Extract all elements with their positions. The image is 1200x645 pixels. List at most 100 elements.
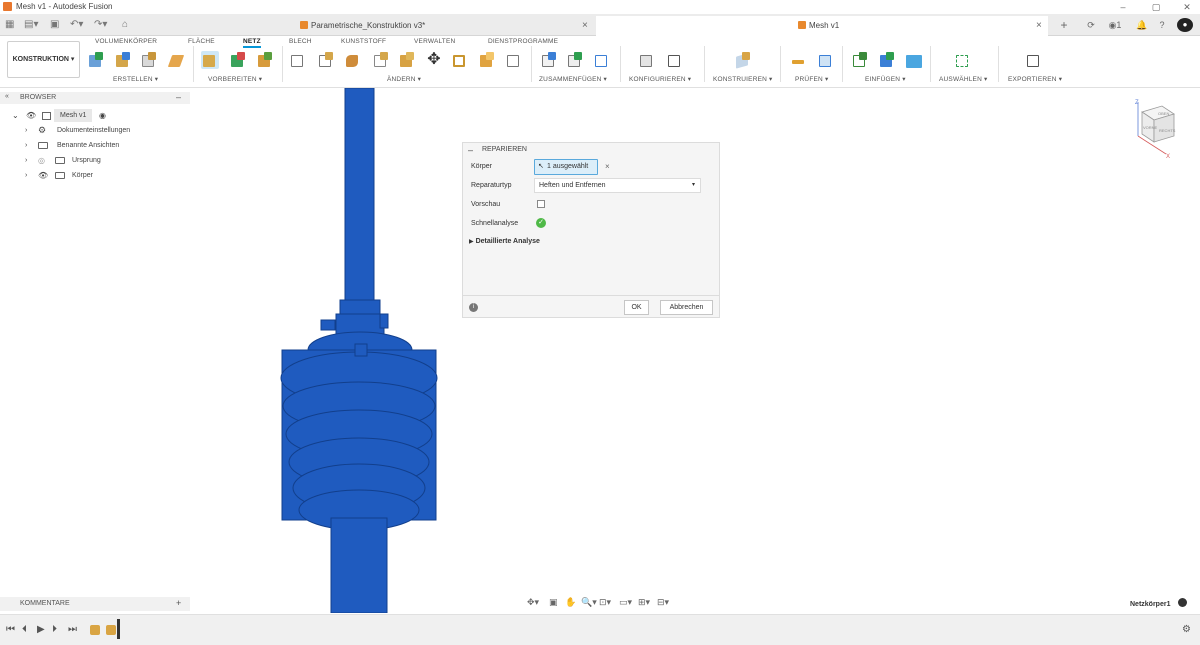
app-grid-icon[interactable]: ▦ — [5, 18, 14, 32]
job-status-icon[interactable]: ⟳ — [1084, 18, 1098, 32]
group-zusammenfuegen[interactable]: ZUSAMMENFÜGEN ▾ — [539, 75, 607, 83]
reverse-normal-icon[interactable] — [505, 51, 523, 69]
section-analysis-icon[interactable] — [817, 51, 835, 69]
construct-plane-icon[interactable] — [734, 51, 752, 69]
tree-root-mesh[interactable]: ⌄ 👁 Mesh v1 ◉ — [0, 109, 190, 122]
new-tab-icon[interactable]: + — [1057, 18, 1071, 32]
chevron-right-icon[interactable]: › — [25, 124, 27, 137]
bell-icon[interactable]: 🔔 — [1135, 18, 1149, 32]
smooth-icon[interactable] — [344, 51, 362, 69]
collapse-panel-icon[interactable]: « — [5, 93, 9, 100]
tab-verwalten[interactable]: VERWALTEN — [414, 38, 455, 45]
viewports-icon[interactable]: ⊟▾ — [657, 595, 669, 609]
help-icon[interactable]: ? — [1155, 18, 1169, 32]
tab-kunststoff[interactable]: KUNSTSTOFF — [341, 38, 386, 45]
grid-icon[interactable]: ⊞▾ — [638, 595, 650, 609]
look-at-icon[interactable]: ▣ — [549, 595, 558, 609]
zoom-icon[interactable]: 🔍▾ — [581, 595, 597, 609]
ok-button[interactable]: OK — [624, 300, 649, 315]
skip-start-icon[interactable]: ⏮ — [6, 623, 15, 637]
undo-icon[interactable]: ↶▾ — [70, 18, 83, 32]
tab-mesh-v1[interactable]: Mesh v1 × — [596, 16, 1048, 36]
timeline-feature-icon[interactable] — [90, 625, 100, 635]
group-erstellen[interactable]: ERSTELLEN ▾ — [113, 75, 158, 83]
preview-checkbox[interactable] — [537, 200, 545, 208]
close-window-icon[interactable]: ✕ — [1176, 0, 1198, 14]
tab-netz[interactable]: NETZ — [243, 38, 261, 48]
eye-hidden-icon[interactable]: ◎ — [38, 154, 45, 167]
tab-blech[interactable]: BLECH — [289, 38, 312, 45]
remesh-icon[interactable] — [398, 51, 416, 69]
erase-fill-icon[interactable] — [478, 51, 496, 69]
body-selection-chip[interactable]: ↖ 1 ausgewählt — [534, 159, 598, 175]
tab-volumenkoerper[interactable]: VOLUMENKÖRPER — [95, 38, 157, 45]
select-window-icon[interactable] — [954, 51, 972, 69]
configure-icon[interactable] — [638, 51, 656, 69]
tab-dienstprogramme[interactable]: DIENSTPROGRAMME — [488, 38, 558, 45]
group-einfuegen[interactable]: EINFÜGEN ▾ — [865, 75, 906, 83]
collapse-dialog-icon[interactable]: – — [468, 143, 473, 157]
add-comment-icon[interactable]: + — [176, 598, 181, 608]
insert-mesh-icon[interactable] — [114, 51, 132, 69]
group-konstruieren[interactable]: KONSTRUIEREN ▾ — [713, 75, 773, 83]
skip-end-icon[interactable]: ⏭ — [68, 623, 77, 637]
timeline-feature-icon[interactable] — [106, 625, 116, 635]
view-cube-graphic[interactable]: OBEN VORNE RECHTS Z X — [1130, 98, 1180, 160]
measure-icon[interactable] — [790, 51, 808, 69]
file-menu-icon[interactable]: ▤▾ — [24, 18, 38, 32]
cancel-button[interactable]: Abbrechen — [660, 300, 713, 315]
minimize-icon[interactable]: – — [1112, 0, 1134, 14]
eye-icon[interactable]: 👁 — [38, 169, 48, 182]
group-auswaehlen[interactable]: AUSWÄHLEN ▾ — [939, 75, 987, 83]
close-tab-icon[interactable]: × — [582, 16, 588, 36]
fit-icon[interactable]: ⊡▾ — [599, 595, 611, 609]
insert-mcmaster-icon[interactable] — [851, 51, 869, 69]
insert-canvas-icon[interactable] — [904, 51, 922, 69]
minimize-browser-icon[interactable]: – — [176, 92, 181, 102]
clear-selection-icon[interactable]: × — [605, 162, 610, 171]
avatar[interactable]: ● — [1177, 18, 1193, 32]
display-settings-icon[interactable]: ▭▾ — [619, 595, 632, 609]
section-sketch-icon[interactable] — [167, 51, 186, 69]
close-tab-icon[interactable]: × — [1036, 16, 1042, 36]
tab-parametrische-konstruktion[interactable]: Parametrische_Konstruktion v3* × — [300, 16, 590, 36]
group-aendern[interactable]: ÄNDERN ▾ — [387, 75, 421, 83]
shell-icon[interactable] — [451, 51, 469, 69]
tab-flaeche[interactable]: FLÄCHE — [188, 38, 215, 45]
group-pruefen[interactable]: PRÜFEN ▾ — [795, 75, 828, 83]
tree-item-koerper[interactable]: › 👁 Körper — [0, 169, 190, 182]
insert-derive-icon[interactable] — [878, 51, 896, 69]
repair-icon[interactable] — [201, 51, 219, 69]
move-icon[interactable]: ✥ — [425, 51, 443, 69]
plane-cut-fill-icon[interactable] — [317, 51, 335, 69]
orbit-icon[interactable]: ✥▾ — [527, 595, 539, 609]
eye-icon[interactable]: 👁 — [26, 109, 36, 122]
save-icon[interactable]: ▣ — [50, 18, 59, 32]
view-cube[interactable]: OBEN VORNE RECHTS Z X — [1130, 98, 1180, 160]
play-icon[interactable]: ▶ — [37, 623, 45, 637]
chevron-down-icon[interactable]: ⌄ — [12, 109, 19, 122]
chevron-right-icon[interactable]: › — [25, 139, 27, 152]
info-icon[interactable]: i — [469, 303, 478, 312]
chevron-right-icon[interactable]: › — [25, 169, 27, 182]
merge-bodies-icon[interactable] — [566, 51, 584, 69]
chevron-right-icon[interactable]: › — [25, 154, 27, 167]
workspace-switcher[interactable]: KONSTRUKTION ▾ — [7, 41, 80, 78]
comments-panel[interactable]: KOMMENTARE + — [0, 597, 190, 611]
tessellate-icon[interactable] — [140, 51, 158, 69]
maximize-icon[interactable]: ▢ — [1145, 0, 1167, 14]
redo-icon[interactable]: ↷▾ — [94, 18, 107, 32]
step-forward-icon[interactable]: ⏵ — [52, 623, 57, 637]
repair-type-select[interactable]: Heften und Entfernen ▾ — [534, 178, 701, 193]
separate-icon[interactable] — [593, 51, 611, 69]
detailed-analysis-toggle[interactable]: ▶ Detaillierte Analyse — [469, 238, 540, 245]
timeline-marker[interactable] — [117, 619, 120, 639]
active-radio-icon[interactable]: ◉ — [99, 109, 106, 122]
config-table-icon[interactable] — [666, 51, 684, 69]
create-mesh-icon[interactable] — [87, 51, 105, 69]
pan-icon[interactable]: ✋ — [565, 595, 576, 609]
combine-icon[interactable] — [540, 51, 558, 69]
timeline-settings-icon[interactable]: ⚙ — [1182, 623, 1191, 637]
notifications-icon[interactable]: ◉1 — [1105, 18, 1125, 32]
export-icon[interactable] — [1025, 51, 1043, 69]
